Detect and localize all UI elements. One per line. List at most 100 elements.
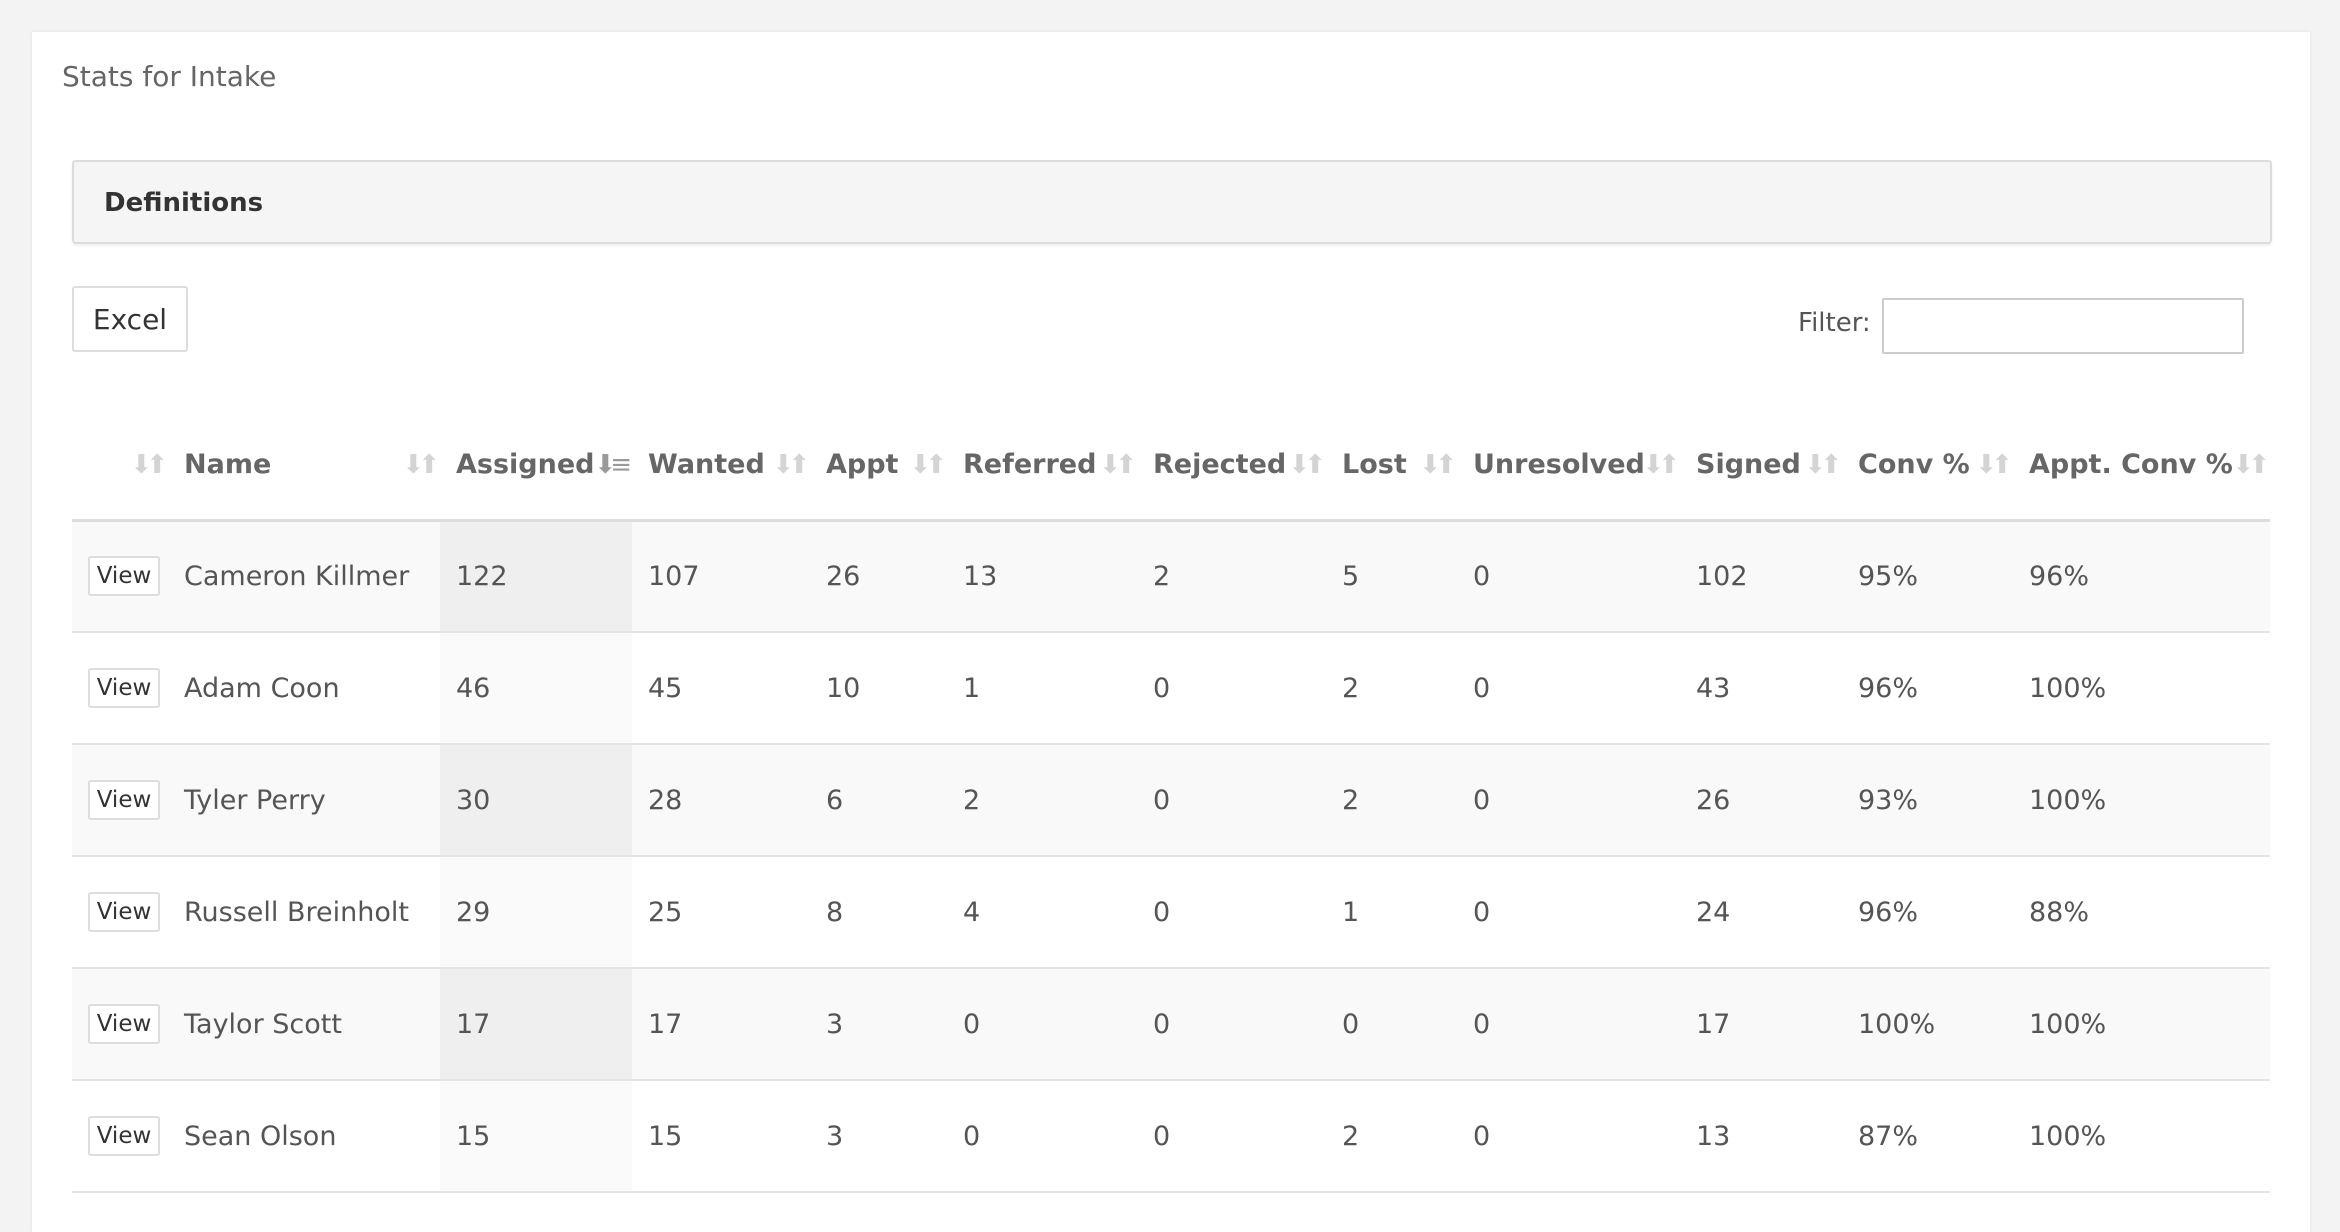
conv-cell: 96% xyxy=(1842,632,2013,745)
appt-conv-cell: 88% xyxy=(2013,856,2270,969)
referred-cell: 1 xyxy=(947,632,1137,745)
col-header-action[interactable]: ⬇⬆ xyxy=(72,410,168,522)
sort-icon: ⬇⬆ xyxy=(130,450,167,480)
action-cell: View xyxy=(72,1080,168,1193)
sort-icon: ⬇⬆ xyxy=(1975,450,2012,480)
referred-cell: 4 xyxy=(947,856,1137,969)
view-button[interactable]: View xyxy=(88,892,160,932)
stats-panel: Stats for Intake Definitions Excel Filte… xyxy=(32,32,2310,1232)
stats-table: ⬇⬆ Name ⬇⬆ Assigned ⬇≡ Wanted ⬇⬆ Appt ⬇⬆ Ref… xyxy=(72,410,2270,1193)
view-button[interactable]: View xyxy=(88,668,160,708)
definitions-label: Definitions xyxy=(104,188,264,218)
name-cell: Russell Breinholt xyxy=(168,856,440,969)
excel-export-button[interactable]: Excel xyxy=(72,286,188,352)
filter-label: Filter: xyxy=(1798,308,1871,338)
sort-icon: ⬇⬆ xyxy=(402,450,439,480)
table-row: View Sean Olson 15 15 3 0 0 2 0 13 87% 100% xyxy=(72,1080,2270,1193)
table-row: View Tyler Perry 30 28 6 2 0 2 0 26 93% 100% xyxy=(72,744,2270,857)
col-header-conv[interactable]: Conv % ⬇⬆ xyxy=(1842,410,2013,522)
assigned-cell: 122 xyxy=(440,520,632,633)
sort-icon: ⬇⬆ xyxy=(1804,450,1841,480)
sort-icon: ⬇⬆ xyxy=(772,450,809,480)
col-header-signed[interactable]: Signed ⬇⬆ xyxy=(1680,410,1842,522)
signed-cell: 102 xyxy=(1680,520,1842,633)
wanted-cell: 28 xyxy=(632,744,810,857)
rejected-cell: 0 xyxy=(1137,856,1326,969)
unresolved-cell: 0 xyxy=(1457,856,1680,969)
view-button[interactable]: View xyxy=(88,1004,160,1044)
col-header-wanted[interactable]: Wanted ⬇⬆ xyxy=(632,410,810,522)
name-cell: Sean Olson xyxy=(168,1080,440,1193)
appt-conv-cell: 100% xyxy=(2013,968,2270,1081)
action-cell: View xyxy=(72,744,168,857)
signed-cell: 26 xyxy=(1680,744,1842,857)
col-header-rejected[interactable]: Rejected ⬇⬆ xyxy=(1137,410,1326,522)
conv-cell: 96% xyxy=(1842,856,2013,969)
col-header-name[interactable]: Name ⬇⬆ xyxy=(168,410,440,522)
conv-cell: 87% xyxy=(1842,1080,2013,1193)
appt-cell: 3 xyxy=(810,968,947,1081)
action-cell: View xyxy=(72,632,168,745)
conv-cell: 93% xyxy=(1842,744,2013,857)
action-cell: View xyxy=(72,968,168,1081)
referred-cell: 2 xyxy=(947,744,1137,857)
table-row: View Adam Coon 46 45 10 1 0 2 0 43 96% 100% xyxy=(72,632,2270,745)
view-button[interactable]: View xyxy=(88,1116,160,1156)
appt-cell: 10 xyxy=(810,632,947,745)
sort-icon: ⬇⬆ xyxy=(909,450,946,480)
sort-icon: ⬇⬆ xyxy=(1419,450,1456,480)
col-header-assigned[interactable]: Assigned ⬇≡ xyxy=(440,410,632,522)
col-header-unresolved[interactable]: Unresolved ⬇⬆ xyxy=(1457,410,1680,522)
name-cell: Cameron Killmer xyxy=(168,520,440,633)
wanted-cell: 17 xyxy=(632,968,810,1081)
definitions-accordion[interactable]: Definitions xyxy=(72,160,2272,244)
lost-cell: 2 xyxy=(1326,744,1457,857)
unresolved-cell: 0 xyxy=(1457,520,1680,633)
wanted-cell: 15 xyxy=(632,1080,810,1193)
referred-cell: 0 xyxy=(947,968,1137,1081)
lost-cell: 2 xyxy=(1326,632,1457,745)
name-cell: Taylor Scott xyxy=(168,968,440,1081)
wanted-cell: 107 xyxy=(632,520,810,633)
table-row: View Taylor Scott 17 17 3 0 0 0 0 17 100% 100% xyxy=(72,968,2270,1081)
col-header-appt[interactable]: Appt ⬇⬆ xyxy=(810,410,947,522)
col-header-lost[interactable]: Lost ⬇⬆ xyxy=(1326,410,1457,522)
name-cell: Tyler Perry xyxy=(168,744,440,857)
signed-cell: 13 xyxy=(1680,1080,1842,1193)
name-cell: Adam Coon xyxy=(168,632,440,745)
appt-cell: 26 xyxy=(810,520,947,633)
assigned-cell: 46 xyxy=(440,632,632,745)
unresolved-cell: 0 xyxy=(1457,968,1680,1081)
lost-cell: 5 xyxy=(1326,520,1457,633)
signed-cell: 17 xyxy=(1680,968,1842,1081)
appt-conv-cell: 96% xyxy=(2013,520,2270,633)
action-cell: View xyxy=(72,520,168,633)
referred-cell: 13 xyxy=(947,520,1137,633)
view-button[interactable]: View xyxy=(88,780,160,820)
appt-conv-cell: 100% xyxy=(2013,632,2270,745)
appt-conv-cell: 100% xyxy=(2013,744,2270,857)
appt-cell: 3 xyxy=(810,1080,947,1193)
rejected-cell: 0 xyxy=(1137,968,1326,1081)
appt-conv-cell: 100% xyxy=(2013,1080,2270,1193)
table-body: View Cameron Killmer 122 107 26 13 2 5 0 102 95% 96… xyxy=(72,520,2270,1193)
sort-icon: ⬇⬆ xyxy=(1642,450,1679,480)
filter-input[interactable] xyxy=(1882,298,2244,354)
assigned-cell: 17 xyxy=(440,968,632,1081)
sort-desc-icon: ⬇≡ xyxy=(594,450,631,480)
sort-icon: ⬇⬆ xyxy=(1288,450,1325,480)
conv-cell: 100% xyxy=(1842,968,2013,1081)
lost-cell: 2 xyxy=(1326,1080,1457,1193)
wanted-cell: 25 xyxy=(632,856,810,969)
col-header-referred[interactable]: Referred ⬇⬆ xyxy=(947,410,1137,522)
wanted-cell: 45 xyxy=(632,632,810,745)
unresolved-cell: 0 xyxy=(1457,632,1680,745)
appt-cell: 8 xyxy=(810,856,947,969)
rejected-cell: 2 xyxy=(1137,520,1326,633)
referred-cell: 0 xyxy=(947,1080,1137,1193)
assigned-cell: 30 xyxy=(440,744,632,857)
col-header-appt-conv[interactable]: Appt. Conv % ⬇⬆ xyxy=(2013,410,2270,522)
view-button[interactable]: View xyxy=(88,556,160,597)
rejected-cell: 0 xyxy=(1137,1080,1326,1193)
signed-cell: 24 xyxy=(1680,856,1842,969)
